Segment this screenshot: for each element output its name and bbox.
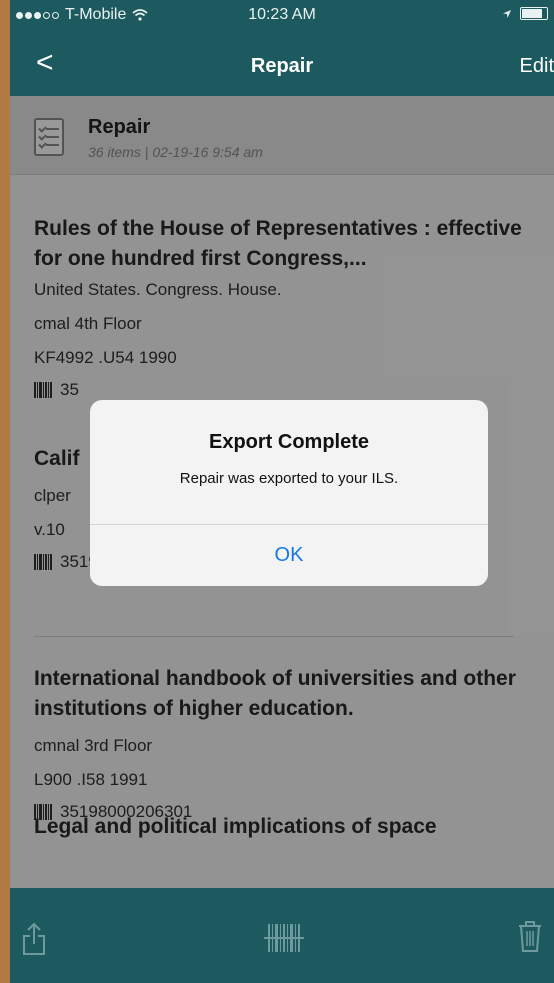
share-icon[interactable] (22, 922, 46, 956)
location-icon (503, 9, 511, 18)
export-complete-alert: Export Complete Repair was exported to y… (90, 400, 488, 586)
status-time: 10:23 AM (248, 6, 316, 23)
trash-icon[interactable] (518, 920, 542, 952)
battery-icon (520, 7, 548, 20)
status-right (502, 7, 548, 20)
navigation-bar: < Repair Edit (10, 38, 554, 96)
edit-button[interactable]: Edit (520, 55, 554, 78)
alert-message: Repair was exported to your ILS. (179, 470, 399, 487)
status-bar: T-Mobile 10:23 AM (10, 0, 554, 38)
page-title: Repair (250, 55, 314, 77)
ok-button[interactable]: OK (90, 525, 488, 586)
bottom-toolbar (10, 888, 554, 983)
barcode-scan-icon[interactable] (264, 918, 304, 958)
app-screen: T-Mobile 10:23 AM < Repair Edit Repair 3… (10, 0, 554, 983)
alert-title: Export Complete (208, 431, 370, 453)
